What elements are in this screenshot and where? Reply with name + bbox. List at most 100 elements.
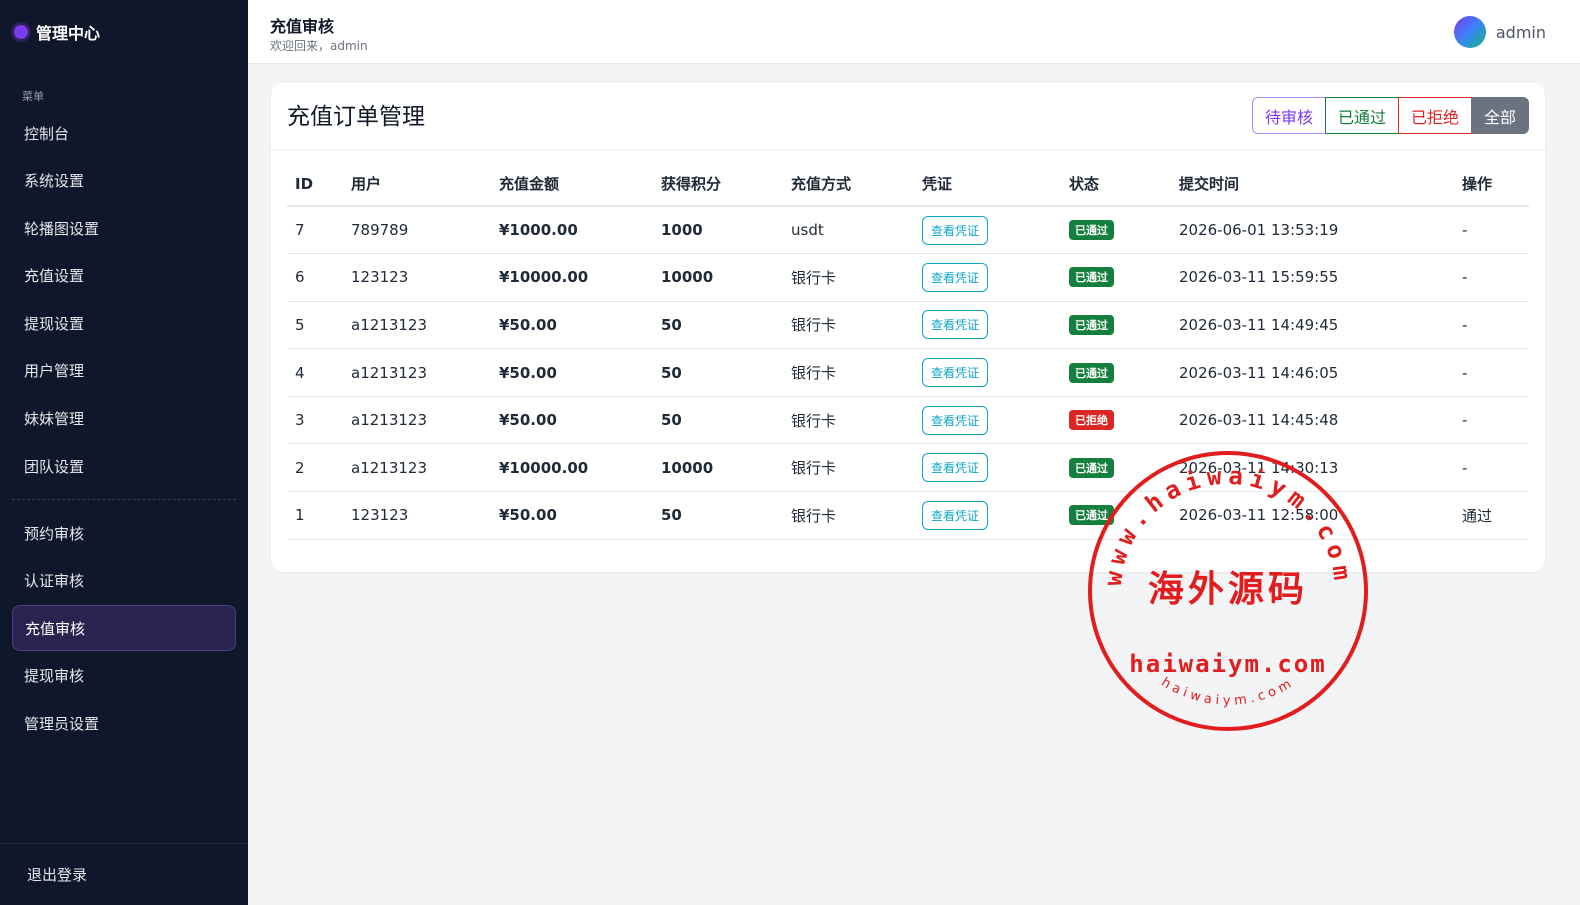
sidebar-item-booking-review[interactable]: 预约审核 xyxy=(12,510,236,556)
table-row: 1 123123 ¥50.00 50 银行卡 查看凭证 已通过 2026-03-11 12:5… xyxy=(287,491,1529,540)
brand-logo-icon xyxy=(14,25,28,39)
status-badge: 已通过 xyxy=(1069,220,1114,241)
menu-divider xyxy=(12,499,236,501)
cell-status: 已通过 xyxy=(1061,348,1171,397)
filter-all-button[interactable]: 全部 xyxy=(1470,97,1529,134)
cell-points: 50 xyxy=(653,491,783,540)
cell-time: 2026-03-11 14:46:05 xyxy=(1171,348,1454,397)
view-voucher-button[interactable]: 查看凭证 xyxy=(922,215,989,245)
logout-button[interactable]: 退出登录 xyxy=(0,843,248,905)
cell-voucher: 查看凭证 xyxy=(914,396,1061,445)
sidebar: 管理中心 菜单 控制台 系统设置 轮播图设置 充值设置 提现设置 用户管理 妹妹… xyxy=(0,0,248,905)
sidebar-item-system-settings[interactable]: 系统设置 xyxy=(12,158,236,204)
menu-section-label: 菜单 xyxy=(22,90,44,103)
orders-table: ID 用户 充值金额 获得积分 充值方式 凭证 状态 提交时间 操作 7 7897… xyxy=(287,162,1529,540)
table-row: 4 a1213123 ¥50.00 50 银行卡 查看凭证 已通过 2026-03-11 14… xyxy=(287,348,1529,397)
cell-time: 2026-06-01 13:53:19 xyxy=(1171,206,1454,255)
sidebar-item-withdraw-settings[interactable]: 提现设置 xyxy=(12,300,236,346)
cell-voucher: 查看凭证 xyxy=(914,491,1061,540)
view-voucher-button[interactable]: 查看凭证 xyxy=(922,453,989,483)
status-badge: 已通过 xyxy=(1069,314,1114,335)
sidebar-item-carousel-settings[interactable]: 轮播图设置 xyxy=(12,205,236,251)
view-voucher-button[interactable]: 查看凭证 xyxy=(922,500,989,530)
col-header-points: 获得积分 xyxy=(653,162,783,207)
cell-action: - xyxy=(1454,301,1529,350)
view-voucher-button[interactable]: 查看凭证 xyxy=(922,262,989,292)
sidebar-item-sister-management[interactable]: 妹妹管理 xyxy=(12,396,236,442)
cell-user: a1213123 xyxy=(343,348,491,397)
table-row: 7 789789 ¥1000.00 1000 usdt 查看凭证 已通过 2026-06-01… xyxy=(287,206,1529,255)
cell-action: 通过 xyxy=(1454,491,1529,540)
sidebar-item-verification-review[interactable]: 认证审核 xyxy=(12,558,236,604)
cell-action: - xyxy=(1454,253,1529,302)
cell-method: 银行卡 xyxy=(783,301,914,350)
filter-passed-button[interactable]: 已通过 xyxy=(1324,97,1399,134)
orders-table-body: 7 789789 ¥1000.00 1000 usdt 查看凭证 已通过 2026-06-01… xyxy=(287,206,1529,540)
filter-pending-button[interactable]: 待审核 xyxy=(1251,97,1326,134)
cell-voucher: 查看凭证 xyxy=(914,443,1061,493)
page-title: 充值审核 xyxy=(270,17,335,36)
cell-amount: ¥10000.00 xyxy=(491,443,653,493)
card-title: 充值订单管理 xyxy=(287,104,425,130)
cell-time: 2026-03-11 14:30:13 xyxy=(1171,443,1454,493)
sidebar-item-dashboard[interactable]: 控制台 xyxy=(12,110,236,156)
view-voucher-button[interactable]: 查看凭证 xyxy=(922,405,989,435)
col-header-amount: 充值金额 xyxy=(491,162,653,207)
cell-status: 已拒绝 xyxy=(1061,396,1171,445)
cell-amount: ¥10000.00 xyxy=(491,253,653,302)
table-header-row: ID 用户 充值金额 获得积分 充值方式 凭证 状态 提交时间 操作 xyxy=(287,162,1529,207)
cell-method: 银行卡 xyxy=(783,396,914,445)
col-header-action: 操作 xyxy=(1454,162,1529,207)
avatar[interactable] xyxy=(1453,16,1486,48)
stamp-center-text: 海外源码 xyxy=(1148,568,1308,610)
status-badge: 已拒绝 xyxy=(1069,410,1114,431)
brand-title: 管理中心 xyxy=(36,24,101,43)
cell-method: 银行卡 xyxy=(783,348,914,397)
sidebar-item-recharge-settings[interactable]: 充值设置 xyxy=(12,253,236,299)
cell-id: 7 xyxy=(287,206,343,255)
cell-time: 2026-03-11 14:49:45 xyxy=(1171,301,1454,350)
sidebar-item-recharge-review[interactable]: 充值审核 xyxy=(12,605,236,652)
cell-action: - xyxy=(1454,443,1529,493)
table-row: 2 a1213123 ¥10000.00 10000 银行卡 查看凭证 已通过 2026-03… xyxy=(287,443,1529,493)
filter-rejected-button[interactable]: 已拒绝 xyxy=(1397,97,1472,134)
menu-primary: 控制台 系统设置 轮播图设置 充值设置 提现设置 用户管理 妹妹管理 团队设置 xyxy=(0,110,248,489)
status-filter-group: 待审核 已通过 已拒绝 全部 xyxy=(1251,97,1529,134)
cell-time: 2026-03-11 15:59:55 xyxy=(1171,253,1454,302)
sidebar-item-team-settings[interactable]: 团队设置 xyxy=(12,443,236,489)
cell-id: 1 xyxy=(287,491,343,540)
sidebar-item-admin-settings[interactable]: 管理员设置 xyxy=(12,701,236,747)
col-header-user: 用户 xyxy=(343,162,491,207)
stamp-bottom-arc-text: haiwaiym.com xyxy=(1159,675,1298,709)
cell-method: 银行卡 xyxy=(783,443,914,493)
cell-status: 已通过 xyxy=(1061,491,1171,540)
cell-points: 50 xyxy=(653,396,783,445)
col-header-method: 充值方式 xyxy=(783,162,914,207)
view-voucher-button[interactable]: 查看凭证 xyxy=(922,310,989,340)
cell-method: 银行卡 xyxy=(783,253,914,302)
cell-status: 已通过 xyxy=(1061,253,1171,302)
cell-id: 2 xyxy=(287,443,343,493)
cell-method: 银行卡 xyxy=(783,491,914,540)
sidebar-item-withdraw-review[interactable]: 提现审核 xyxy=(12,653,236,699)
cell-user: a1213123 xyxy=(343,396,491,445)
user-menu[interactable]: admin xyxy=(1453,16,1546,48)
view-voucher-button[interactable]: 查看凭证 xyxy=(922,358,989,388)
col-header-time: 提交时间 xyxy=(1171,162,1454,207)
cell-voucher: 查看凭证 xyxy=(914,206,1061,255)
cell-user: a1213123 xyxy=(343,301,491,350)
status-badge: 已通过 xyxy=(1069,267,1114,288)
cell-amount: ¥50.00 xyxy=(491,491,653,540)
cell-points: 1000 xyxy=(653,206,783,255)
cell-voucher: 查看凭证 xyxy=(914,253,1061,302)
cell-amount: ¥50.00 xyxy=(491,301,653,350)
status-badge: 已通过 xyxy=(1069,505,1114,526)
table-row: 3 a1213123 ¥50.00 50 银行卡 查看凭证 已拒绝 2026-03-11 14… xyxy=(287,396,1529,445)
sidebar-item-user-management[interactable]: 用户管理 xyxy=(12,348,236,394)
cell-id: 5 xyxy=(287,301,343,350)
welcome-text: 欢迎回来，admin xyxy=(270,39,368,53)
card-header: 充值订单管理 待审核 已通过 已拒绝 全部 xyxy=(271,83,1545,150)
cell-amount: ¥50.00 xyxy=(491,396,653,445)
brand: 管理中心 xyxy=(0,0,248,64)
cell-amount: ¥50.00 xyxy=(491,348,653,397)
